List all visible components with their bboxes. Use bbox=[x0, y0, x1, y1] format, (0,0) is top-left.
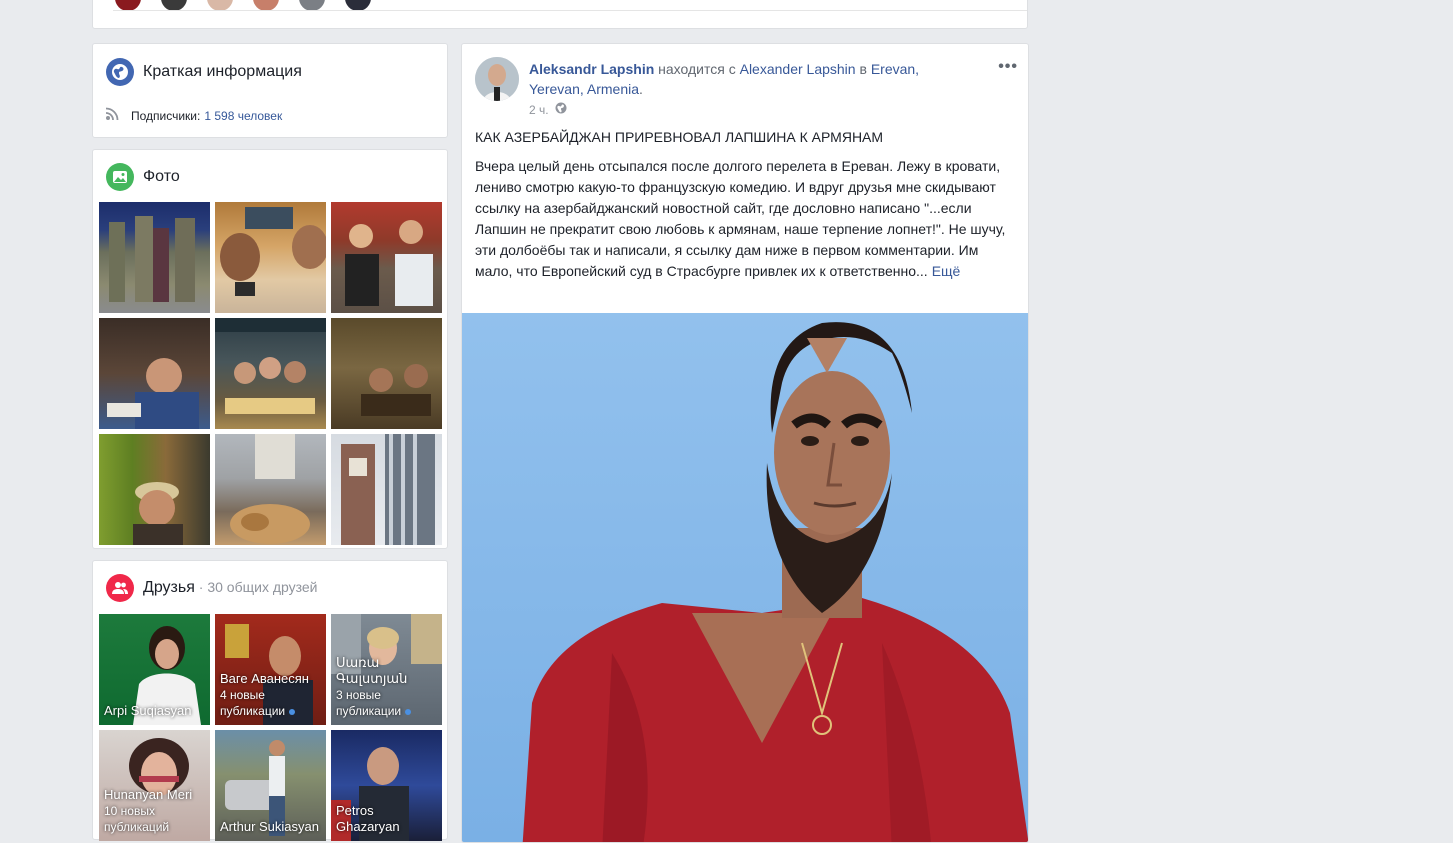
post-text: Вчера целый день отсыпался после долгого… bbox=[475, 158, 1006, 279]
post-body: Вчера целый день отсыпался после долгого… bbox=[475, 156, 1015, 282]
post-time[interactable]: 2 ч. bbox=[529, 103, 549, 117]
photos-title[interactable]: Фото bbox=[143, 168, 180, 186]
post-title: КАК АЗЕРБАЙДЖАН ПРИРЕВНОВАЛ ЛАПШИНА К АР… bbox=[475, 129, 884, 145]
friend-tile[interactable]: Սառա Գալստյան 3 новые публикации bbox=[331, 614, 442, 725]
author-avatar[interactable] bbox=[475, 57, 519, 101]
photo-thumbnail[interactable] bbox=[99, 434, 210, 545]
friend-tile[interactable]: Hunanyan Meri 10 новых публикаций bbox=[99, 730, 210, 841]
photo-thumbnail[interactable] bbox=[331, 434, 442, 545]
photo-thumbnail[interactable] bbox=[99, 202, 210, 313]
friend-name[interactable]: Ваге Аванесян 4 новые публикации bbox=[220, 671, 322, 719]
friends-card: Друзья · 30 общих друзей Arpi Suqiasyan … bbox=[92, 560, 448, 841]
photo-thumbnail[interactable] bbox=[99, 318, 210, 429]
see-more-link[interactable]: Ещё bbox=[932, 263, 961, 279]
friend-tile[interactable]: Petros Ghazaryan bbox=[331, 730, 442, 841]
friend-name[interactable]: Arthur Sukiasyan bbox=[220, 819, 322, 835]
public-globe-icon[interactable] bbox=[555, 102, 567, 117]
friend-tile[interactable]: Ваге Аванесян 4 новые публикации bbox=[215, 614, 326, 725]
globe-icon bbox=[106, 58, 134, 86]
friend-tile[interactable]: Arthur Sukiasyan bbox=[215, 730, 326, 841]
photo-grid bbox=[99, 202, 442, 545]
photo-icon bbox=[106, 163, 134, 191]
photo-thumbnail[interactable] bbox=[331, 318, 442, 429]
author-link[interactable]: Aleksandr Lapshin bbox=[529, 61, 654, 77]
post-header: Aleksandr Lapshin находится с Alexander … bbox=[529, 59, 969, 99]
post-meta: 2 ч. bbox=[529, 102, 567, 117]
in-text: в bbox=[855, 61, 871, 77]
photo-thumbnail[interactable] bbox=[215, 202, 326, 313]
intro-title: Краткая информация bbox=[143, 63, 302, 80]
photo-thumbnail[interactable] bbox=[215, 434, 326, 545]
photo-thumbnail[interactable] bbox=[215, 318, 326, 429]
mutual-friends-count: · 30 общих друзей bbox=[194, 579, 318, 595]
tagged-user-link[interactable]: Alexander Lapshin bbox=[740, 61, 856, 77]
subscribers-label: Подписчики: bbox=[131, 108, 201, 123]
photos-card: Фото bbox=[92, 149, 448, 549]
post-card: Aleksandr Lapshin находится с Alexander … bbox=[461, 43, 1029, 843]
friends-grid: Arpi Suqiasyan Ваге Аванесян 4 новые публ… bbox=[99, 614, 442, 841]
friend-name[interactable]: Hunanyan Meri 10 новых публикаций bbox=[104, 787, 206, 835]
post-photo[interactable] bbox=[462, 313, 1028, 842]
more-options-icon[interactable]: ••• bbox=[998, 58, 1018, 76]
divider bbox=[113, 10, 1027, 11]
period: . bbox=[639, 81, 643, 97]
subscribers-link[interactable]: 1 598 человек bbox=[204, 109, 282, 123]
intro-card: Краткая информация Подписчики: 1 598 чел… bbox=[92, 43, 448, 138]
subscribers-row: Подписчики: 1 598 человек bbox=[105, 107, 282, 124]
friend-name[interactable]: Սառա Գալստյան 3 новые публикации bbox=[336, 655, 438, 719]
friends-icon bbox=[106, 574, 134, 602]
friend-name[interactable]: Arpi Suqiasyan bbox=[104, 703, 206, 719]
friends-title[interactable]: Друзья · 30 общих друзей bbox=[143, 579, 318, 597]
photo-thumbnail[interactable] bbox=[331, 202, 442, 313]
friends-title-label[interactable]: Друзья bbox=[143, 579, 195, 596]
friend-name[interactable]: Petros Ghazaryan bbox=[336, 803, 438, 835]
friend-tile[interactable]: Arpi Suqiasyan bbox=[99, 614, 210, 725]
new-posts-dot bbox=[405, 708, 412, 715]
status-text: находится с bbox=[654, 61, 740, 77]
new-posts-dot bbox=[289, 708, 296, 715]
top-card-strip bbox=[92, 0, 1028, 29]
rss-icon bbox=[105, 107, 121, 124]
